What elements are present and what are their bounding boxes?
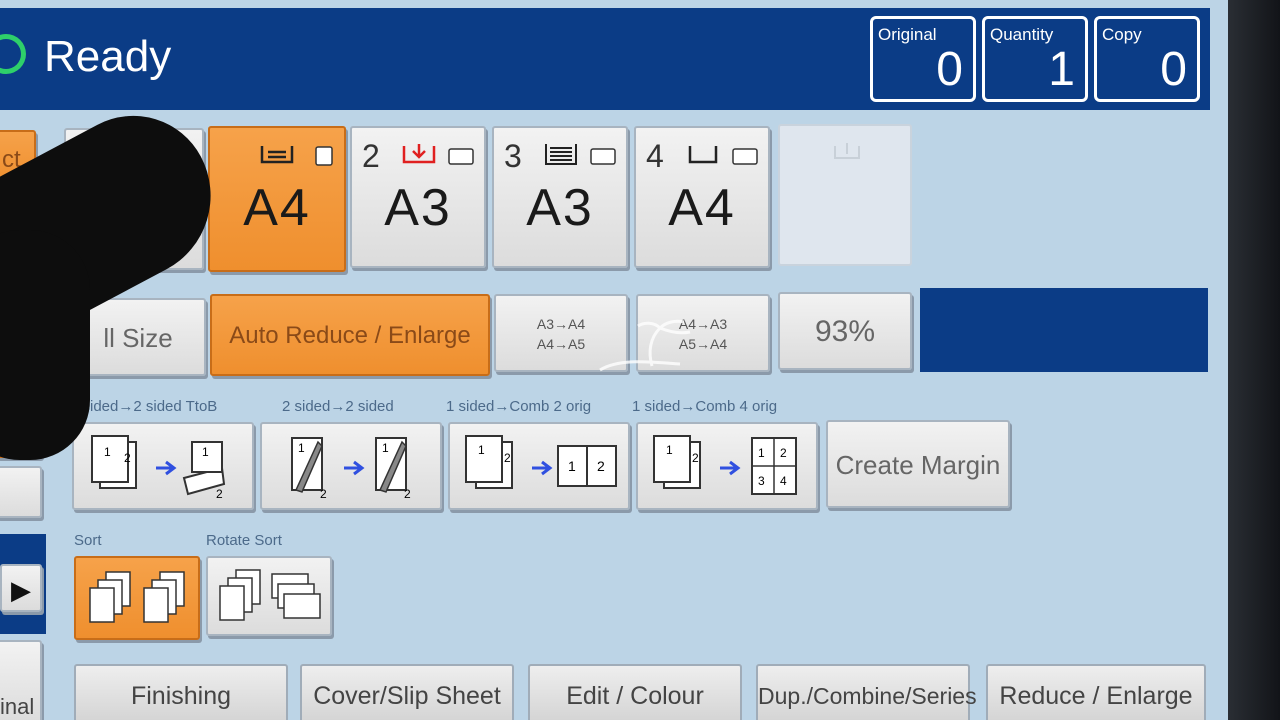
svg-text:2: 2 [216, 487, 223, 501]
copier-screen: Ready Original 0 Quantity 1 Copy 0 ct ▶ … [0, 0, 1228, 720]
one-to-two-sided-button[interactable]: 1 2 1 2 [72, 422, 254, 510]
svg-text:1: 1 [382, 441, 389, 455]
paper-orientation-icon [315, 146, 333, 166]
svg-text:1: 1 [202, 445, 209, 459]
paper-orientation-icon [732, 148, 758, 165]
paper-size: A4 [243, 179, 311, 237]
paper-orientation-icon [448, 148, 474, 165]
rotate-sort-button[interactable] [206, 556, 332, 636]
svg-text:2: 2 [404, 487, 411, 501]
duplex-caption-1: 1 sided→2 sided TtoB [70, 398, 218, 415]
svg-text:2: 2 [780, 446, 787, 460]
svg-text:3: 3 [758, 474, 765, 488]
zoom-percent-button[interactable]: 93% [778, 292, 912, 370]
svg-text:2: 2 [504, 451, 511, 465]
tray-number: 4 [646, 138, 664, 174]
rotate-sort-icon [219, 569, 321, 621]
duplex-caption-2: 2 sided→2 sided [282, 398, 394, 415]
tray-icon [834, 143, 860, 159]
tray-number: 3 [504, 138, 522, 174]
two-to-two-sided-button[interactable]: 1 2 1 2 [260, 422, 442, 510]
svg-text:1: 1 [666, 443, 673, 457]
tray-icon [688, 146, 718, 164]
paper-tray-3[interactable]: 3 A3 [492, 126, 628, 268]
auto-reduce-enlarge-button[interactable]: Auto Reduce / Enlarge [210, 294, 490, 376]
tray-icon [260, 146, 294, 164]
rotate-sort-caption: Rotate Sort [206, 532, 282, 549]
combine-two-originals-button[interactable]: 1 2 1 2 [448, 422, 630, 510]
tab-edit-colour[interactable]: Edit / Colour [528, 664, 742, 720]
stack-tray-icon [545, 144, 577, 165]
disabled-tray-button [778, 124, 912, 266]
sort-icon [89, 571, 185, 623]
sort-caption: Sort [74, 532, 102, 549]
tray-number: 2 [362, 138, 380, 174]
quantity-label: Quantity [990, 25, 1054, 44]
copy-counter: Copy 0 [1094, 16, 1200, 102]
status-title: Ready [44, 32, 172, 81]
paper-size: A4 [668, 179, 736, 237]
paper-tray-4[interactable]: 4 A4 [634, 126, 770, 268]
svg-text:2: 2 [597, 458, 605, 474]
svg-text:1: 1 [478, 443, 485, 457]
original-label: Original [878, 25, 937, 44]
copy-value: 0 [1160, 43, 1187, 96]
paper-size: A3 [384, 179, 452, 237]
status-header: Ready Original 0 Quantity 1 Copy 0 [0, 8, 1210, 110]
quantity-value: 1 [1048, 43, 1075, 96]
two-to-two-sided-icon: 1 2 1 2 [291, 437, 411, 501]
tab-dup-combine-series[interactable]: Dup./Combine/Series [756, 664, 977, 720]
ratio-info-panel [920, 288, 1208, 372]
watermark-logo [599, 319, 691, 372]
combine-two-icon: 1 2 1 2 [465, 435, 617, 489]
svg-text:2: 2 [124, 451, 131, 465]
left-bottom-label: inal [0, 694, 35, 719]
left-partial-button-4[interactable] [0, 466, 42, 518]
svg-text:4: 4 [780, 474, 787, 488]
svg-text:1: 1 [568, 458, 576, 474]
left-dark-panel: ▶ [0, 534, 46, 634]
paper-tray-2[interactable]: 2 A3 [350, 126, 486, 268]
duplex-caption-3: 1 sided→Comb 2 orig [446, 398, 592, 415]
svg-text:1: 1 [758, 446, 765, 460]
tab-finishing[interactable]: Finishing [74, 664, 288, 720]
quantity-counter: Quantity 1 [982, 16, 1088, 102]
left-partial-button-5[interactable]: inal [0, 640, 42, 720]
hand-overlay [0, 230, 90, 460]
tab-cover-slip-sheet[interactable]: Cover/Slip Sheet [300, 664, 514, 720]
svg-text:1: 1 [298, 441, 305, 455]
device-bezel [1228, 0, 1280, 720]
one-to-two-sided-icon: 1 2 1 2 [91, 435, 226, 501]
svg-text:2: 2 [692, 451, 699, 465]
svg-text:1: 1 [104, 445, 111, 459]
paper-orientation-icon [590, 148, 616, 165]
tab-reduce-enlarge[interactable]: Reduce / Enlarge [986, 664, 1206, 720]
svg-text:2: 2 [320, 487, 327, 501]
combine-four-originals-button[interactable]: 1 2 1 2 3 4 [636, 422, 818, 510]
paper-tray-1[interactable]: A4 [208, 126, 346, 272]
sort-button[interactable] [74, 556, 200, 640]
bypass-tray-icon [402, 144, 436, 164]
play-icon[interactable]: ▶ [0, 564, 42, 612]
ready-status-icon [0, 34, 26, 74]
original-value: 0 [936, 43, 963, 96]
paper-size: A3 [526, 179, 594, 237]
create-margin-button[interactable]: Create Margin [826, 420, 1010, 508]
copy-label: Copy [1102, 25, 1142, 44]
duplex-caption-4: 1 sided→Comb 4 orig [632, 398, 778, 415]
combine-four-icon: 1 2 1 2 3 4 [653, 435, 797, 495]
original-counter: Original 0 [870, 16, 976, 102]
